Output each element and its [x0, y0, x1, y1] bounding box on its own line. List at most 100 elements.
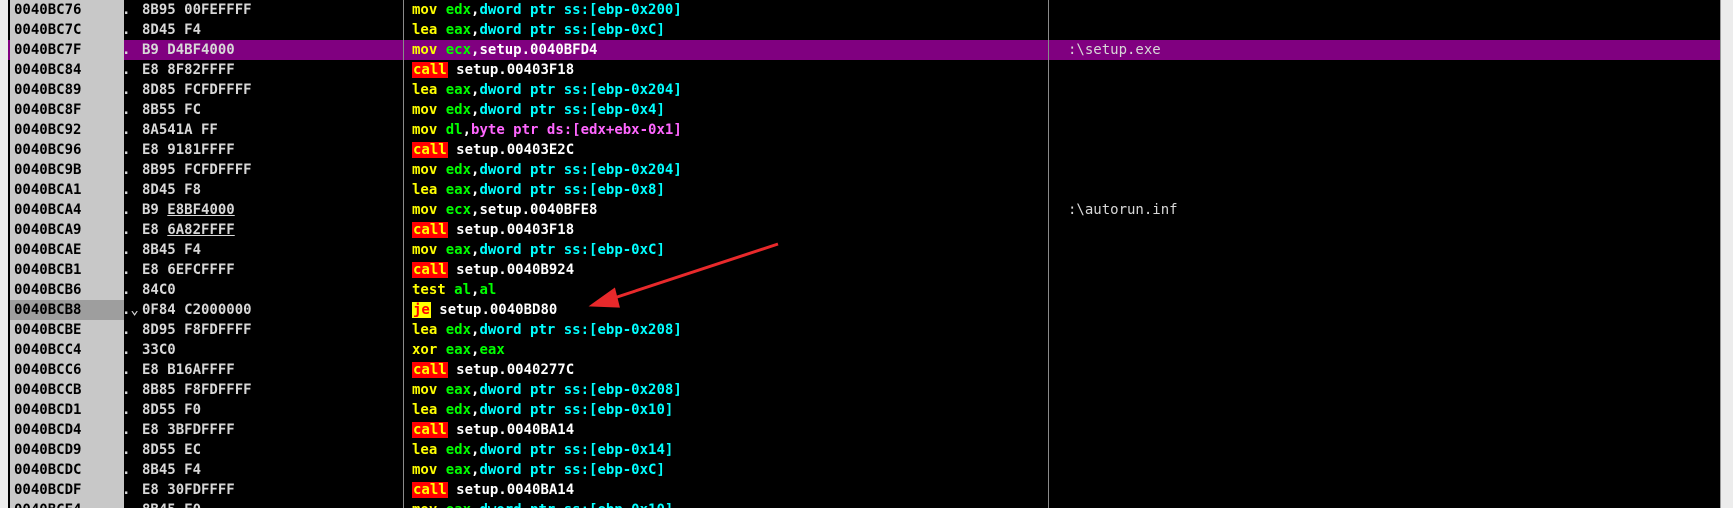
instruction-row[interactable]: 0040BCDF. E8 30FDFFFF call setup.0040BA14	[8, 480, 1720, 500]
instruction-row[interactable]: 0040BCA9. E8 6A82FFFF call setup.00403F18	[8, 220, 1720, 240]
comment-cell[interactable]	[1068, 480, 1668, 500]
hex-bytes-cell[interactable]: E8 3BFDFFFF	[142, 420, 402, 440]
comment-cell[interactable]	[1068, 120, 1668, 140]
address-cell[interactable]: 0040BCB6	[10, 280, 124, 300]
disassembly-cell[interactable]: lea edx,dword ptr ss:[ebp-0x208]	[412, 320, 1052, 340]
comment-cell[interactable]	[1068, 420, 1668, 440]
hex-bytes-cell[interactable]: 8D45 F8	[142, 180, 402, 200]
comment-cell[interactable]	[1068, 460, 1668, 480]
hex-bytes-cell[interactable]: 33C0	[142, 340, 402, 360]
comment-cell[interactable]	[1068, 400, 1668, 420]
comment-cell[interactable]	[1068, 260, 1668, 280]
disassembly-cell[interactable]: xor eax,eax	[412, 340, 1052, 360]
instruction-row[interactable]: 0040BCE4.8B45 F0 mov eax,dword ptr ss:[eb…	[8, 500, 1720, 508]
instruction-row[interactable]: 0040BC76. 8B95 00FEFFFF mov edx,dword ptr …	[8, 0, 1720, 20]
address-cell[interactable]: 0040BCC6	[10, 360, 124, 380]
comment-cell[interactable]	[1068, 220, 1668, 240]
comment-cell[interactable]	[1068, 280, 1668, 300]
instruction-row[interactable]: 0040BCD4. E8 3BFDFFFF call setup.0040BA14	[8, 420, 1720, 440]
disassembly-cell[interactable]: lea edx,dword ptr ss:[ebp-0x10]	[412, 400, 1052, 420]
comment-cell[interactable]	[1068, 380, 1668, 400]
address-cell[interactable]: 0040BCAE	[10, 240, 124, 260]
comment-cell[interactable]	[1068, 160, 1668, 180]
address-cell[interactable]: 0040BCDF	[10, 480, 124, 500]
hex-bytes-cell[interactable]: 8B95 00FEFFFF	[142, 0, 402, 20]
disassembly-cell[interactable]: mov eax,dword ptr ss:[ebp-0x10]	[412, 500, 1052, 508]
comment-cell[interactable]	[1068, 60, 1668, 80]
comment-cell[interactable]	[1068, 20, 1668, 40]
instruction-row[interactable]: 0040BCCB. 8B85 F8FDFFFF mov eax,dword ptr …	[8, 380, 1720, 400]
instruction-row[interactable]: 0040BCB1. E8 6EFCFFFF call setup.0040B924	[8, 260, 1720, 280]
address-cell[interactable]: 0040BC8F	[10, 100, 124, 120]
comment-cell[interactable]	[1068, 360, 1668, 380]
hex-bytes-cell[interactable]: 8D55 F0	[142, 400, 402, 420]
address-cell[interactable]: 0040BC92	[10, 120, 124, 140]
hex-bytes-cell[interactable]: E8 6A82FFFF	[142, 220, 402, 240]
disassembly-cell[interactable]: mov eax,dword ptr ss:[ebp-0xC]	[412, 460, 1052, 480]
address-cell[interactable]: 0040BCA9	[10, 220, 124, 240]
hex-bytes-cell[interactable]: 8B45 F4	[142, 240, 402, 260]
disassembly-cell[interactable]: call setup.0040BA14	[412, 420, 1052, 440]
instruction-row[interactable]: 0040BC7C. 8D45 F4 lea eax,dword ptr ss:[eb…	[8, 20, 1720, 40]
address-cell[interactable]: 0040BCDC	[10, 460, 124, 480]
disassembly-cell[interactable]: mov edx,dword ptr ss:[ebp-0x4]	[412, 100, 1052, 120]
disassembly-cell[interactable]: lea eax,dword ptr ss:[ebp-0xC]	[412, 20, 1052, 40]
disassembly-cell[interactable]: mov eax,dword ptr ss:[ebp-0x208]	[412, 380, 1052, 400]
instruction-row[interactable]: 0040BCA1. 8D45 F8 lea eax,dword ptr ss:[eb…	[8, 180, 1720, 200]
instruction-row[interactable]: 0040BCDC. 8B45 F4 mov eax,dword ptr ss:[eb…	[8, 460, 1720, 480]
disassembly-cell[interactable]: call setup.00403F18	[412, 60, 1052, 80]
instruction-row[interactable]: 0040BCB6. 84C0 test al,al	[8, 280, 1720, 300]
comment-cell[interactable]	[1068, 80, 1668, 100]
instruction-row[interactable]: 0040BC7F. B9 D4BF4000 mov ecx,setup.0040BF…	[8, 40, 1720, 60]
address-cell[interactable]: 0040BCB1	[10, 260, 124, 280]
instruction-row[interactable]: 0040BC8F. 8B55 FC mov edx,dword ptr ss:[eb…	[8, 100, 1720, 120]
disassembly-cell[interactable]: call setup.0040BA14	[412, 480, 1052, 500]
hex-bytes-cell[interactable]: 8B95 FCFDFFFF	[142, 160, 402, 180]
instruction-row[interactable]: 0040BCA4. B9 E8BF4000 mov ecx,setup.0040BF…	[8, 200, 1720, 220]
instruction-row[interactable]: 0040BCAE. 8B45 F4 mov eax,dword ptr ss:[eb…	[8, 240, 1720, 260]
hex-bytes-cell[interactable]: 8A541A FF	[142, 120, 402, 140]
address-cell[interactable]: 0040BCCB	[10, 380, 124, 400]
instruction-row[interactable]: 0040BC92. 8A541A FF mov dl,byte ptr ds:[ed…	[8, 120, 1720, 140]
instruction-row[interactable]: 0040BCBE. 8D95 F8FDFFFF lea edx,dword ptr …	[8, 320, 1720, 340]
vertical-scrollbar[interactable]	[1720, 0, 1733, 508]
hex-bytes-cell[interactable]: 8B55 FC	[142, 100, 402, 120]
disassembly-cell[interactable]: call setup.0040B924	[412, 260, 1052, 280]
hex-bytes-cell[interactable]: 84C0	[142, 280, 402, 300]
hex-bytes-cell[interactable]: 8D95 F8FDFFFF	[142, 320, 402, 340]
disassembly-cell[interactable]: mov ecx,setup.0040BFE8	[412, 200, 1052, 220]
comment-cell[interactable]: :\autorun.inf	[1068, 200, 1668, 220]
comment-cell[interactable]	[1068, 180, 1668, 200]
disassembly-cell[interactable]: call setup.00403E2C	[412, 140, 1052, 160]
disassembly-cell[interactable]: lea edx,dword ptr ss:[ebp-0x14]	[412, 440, 1052, 460]
hex-bytes-cell[interactable]: 8D55 EC	[142, 440, 402, 460]
instruction-row[interactable]: 0040BCB8 .⌄ 0F84 C2000000 je setup.0040BD80	[8, 300, 1720, 320]
disassembly-cell[interactable]: mov edx,dword ptr ss:[ebp-0x204]	[412, 160, 1052, 180]
disassembly-cell[interactable]: mov dl,byte ptr ds:[edx+ebx-0x1]	[412, 120, 1052, 140]
instruction-row[interactable]: 0040BC96. E8 9181FFFF call setup.00403E2C	[8, 140, 1720, 160]
comment-cell[interactable]	[1068, 500, 1668, 508]
disassembly-cell[interactable]: je setup.0040BD80	[412, 300, 1052, 320]
address-cell[interactable]: 0040BCBE	[10, 320, 124, 340]
address-cell[interactable]: 0040BC7C	[10, 20, 124, 40]
hex-bytes-cell[interactable]: E8 9181FFFF	[142, 140, 402, 160]
comment-cell[interactable]	[1068, 440, 1668, 460]
disassembly-cell[interactable]: mov edx,dword ptr ss:[ebp-0x200]	[412, 0, 1052, 20]
disassembly-cell[interactable]: call setup.0040277C	[412, 360, 1052, 380]
hex-bytes-cell[interactable]: E8 6EFCFFFF	[142, 260, 402, 280]
instruction-row[interactable]: 0040BCC4. 33C0 xor eax,eax	[8, 340, 1720, 360]
hex-bytes-cell[interactable]: E8 30FDFFFF	[142, 480, 402, 500]
address-cell[interactable]: 0040BC9B	[10, 160, 124, 180]
comment-cell[interactable]	[1068, 340, 1668, 360]
address-cell[interactable]: 0040BCA1	[10, 180, 124, 200]
address-cell[interactable]: 0040BCC4	[10, 340, 124, 360]
address-cell[interactable]: 0040BCE4	[10, 500, 124, 508]
address-cell[interactable]: 0040BC7F	[10, 40, 124, 60]
instruction-row[interactable]: 0040BC89. 8D85 FCFDFFFF lea eax,dword ptr …	[8, 80, 1720, 100]
hex-bytes-cell[interactable]: 8D45 F4	[142, 20, 402, 40]
disassembly-cell[interactable]: mov eax,dword ptr ss:[ebp-0xC]	[412, 240, 1052, 260]
hex-bytes-cell[interactable]: 8B45 F0	[142, 500, 402, 508]
instruction-row[interactable]: 0040BCD1. 8D55 F0 lea edx,dword ptr ss:[eb…	[8, 400, 1720, 420]
address-cell[interactable]: 0040BCD4	[10, 420, 124, 440]
address-cell[interactable]: 0040BC89	[10, 80, 124, 100]
